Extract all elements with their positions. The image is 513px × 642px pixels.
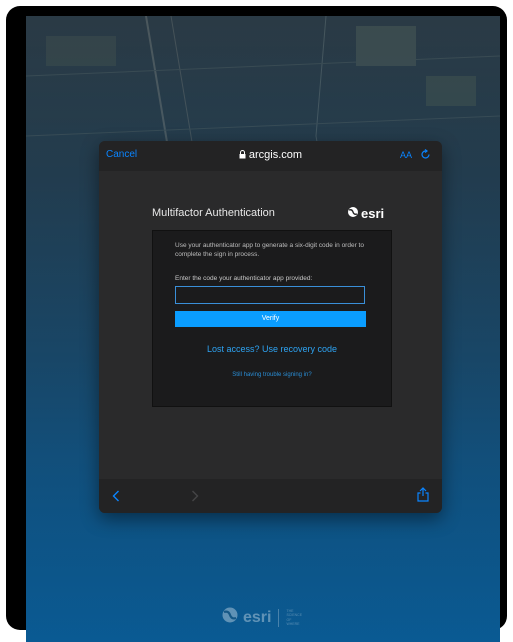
lock-icon: [239, 150, 246, 162]
instructions-text: Use your authenticator app to generate a…: [175, 242, 364, 258]
tagline-line: WHERE: [286, 622, 300, 626]
mfa-card: Use your authenticator app to generate a…: [152, 230, 392, 407]
screen: Cancel arcgis.com AA Multifactor Authent…: [26, 16, 500, 642]
share-icon[interactable]: [417, 487, 429, 507]
trouble-signing-in-link[interactable]: Still having trouble signing in?: [153, 372, 391, 378]
tagline-line: SCIENCE: [286, 613, 303, 617]
tagline-line: THE: [286, 608, 294, 613]
back-icon[interactable]: [112, 489, 120, 507]
browser-address-bar: Cancel arcgis.com AA: [99, 141, 442, 171]
tagline-line: OF: [286, 617, 292, 622]
code-input[interactable]: [175, 286, 365, 304]
text-size-button[interactable]: AA: [400, 150, 412, 160]
verify-button[interactable]: Verify: [175, 311, 366, 327]
esri-logo-text: esri: [361, 206, 385, 221]
footer-logo-text: esri: [243, 608, 272, 626]
url-text: arcgis.com: [248, 149, 303, 161]
browser-toolbar: [99, 479, 442, 513]
footer-divider: [278, 608, 280, 627]
web-page: Multifactor Authentication esri Use your…: [99, 171, 442, 479]
page-title: Multifactor Authentication: [152, 207, 275, 219]
recovery-code-link[interactable]: Lost access? Use recovery code: [153, 344, 391, 354]
footer-globe-icon: [221, 606, 239, 629]
reload-icon[interactable]: [420, 149, 431, 163]
footer-esri-logo: esri THE SCIENCE OF WHERE: [221, 606, 302, 629]
forward-icon[interactable]: [191, 489, 199, 507]
code-field-label: Enter the code your authenticator app pr…: [175, 275, 313, 282]
esri-logo: esri: [347, 206, 384, 221]
device-frame: Cancel arcgis.com AA Multifactor Authent…: [6, 6, 507, 642]
url-display: arcgis.com: [99, 149, 442, 162]
browser-popup: Cancel arcgis.com AA Multifactor Authent…: [99, 141, 442, 513]
esri-globe-icon: [347, 206, 359, 221]
footer-tagline: THE SCIENCE OF WHERE: [286, 609, 302, 627]
